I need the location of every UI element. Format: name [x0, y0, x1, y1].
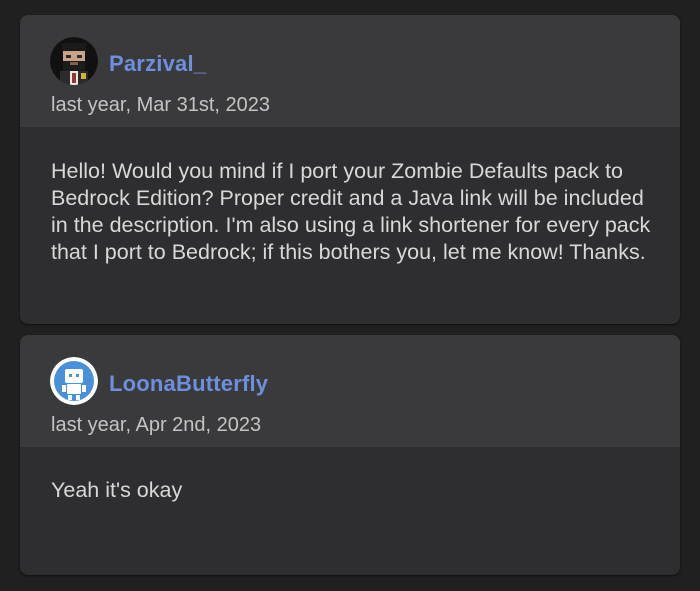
- comment-body: Yeah it's okay: [51, 478, 183, 502]
- comment-timestamp: last year, Apr 2nd, 2023: [51, 414, 262, 436]
- pixel-character-avatar-icon[interactable]: [50, 37, 98, 85]
- comment-author-link[interactable]: Parzival_: [109, 51, 206, 77]
- comment-author-link[interactable]: LoonaButterfly: [109, 371, 268, 397]
- comment-timestamp: last year, Mar 31st, 2023: [51, 94, 271, 116]
- comment-header: Parzival_ last year, Mar 31st, 2023: [20, 15, 680, 127]
- default-robot-avatar-icon[interactable]: [50, 357, 98, 405]
- comment-card: Parzival_ last year, Mar 31st, 2023 Hell…: [20, 15, 680, 324]
- comment-header: LoonaButterfly last year, Apr 2nd, 2023: [20, 335, 680, 447]
- comment-body: Hello! Would you mind if I port your Zom…: [51, 159, 651, 264]
- comment-card: LoonaButterfly last year, Apr 2nd, 2023 …: [20, 335, 680, 575]
